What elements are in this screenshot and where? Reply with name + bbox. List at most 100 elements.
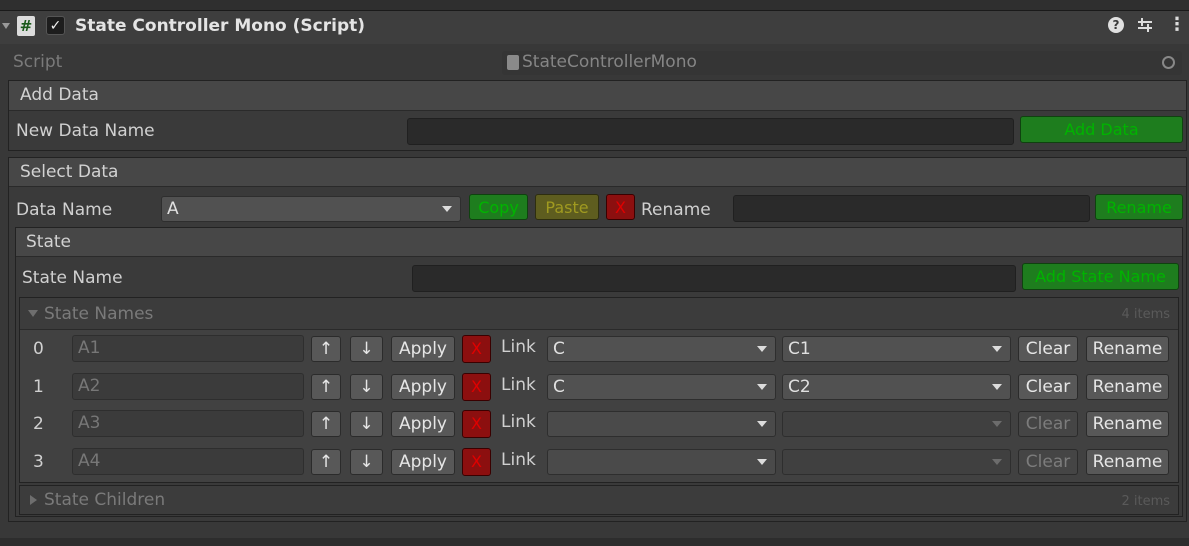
move-down-button[interactable]: ↓ [350, 373, 383, 400]
add-data-button[interactable]: Add Data [1020, 116, 1183, 143]
link-label: Link [501, 374, 536, 395]
context-menu-icon[interactable]: ⋮ [1168, 14, 1186, 35]
chevron-down-icon [757, 458, 767, 465]
move-up-button[interactable]: ↑ [311, 448, 341, 475]
select-data-title: Select Data [20, 162, 119, 182]
rename-state-button[interactable]: Rename [1086, 336, 1169, 362]
top-strip [0, 0, 1189, 10]
select-data-box: Select Data Data Name A Copy Paste X Ren… [8, 157, 1187, 522]
help-icon[interactable]: ? [1108, 17, 1124, 33]
state-name-field[interactable]: A4 [72, 447, 304, 475]
copy-button[interactable]: Copy [469, 194, 528, 220]
chevron-down-icon [442, 206, 452, 212]
clear-link-button[interactable]: Clear [1018, 373, 1078, 400]
delete-state-button[interactable]: X [462, 335, 491, 363]
link-state-dropdown[interactable]: C1 [782, 336, 1011, 362]
data-name-dropdown[interactable]: A [161, 196, 461, 222]
state-names-count: 4 items [1121, 307, 1170, 322]
link-label: Link [501, 337, 536, 357]
object-picker-icon[interactable] [1162, 56, 1175, 69]
script-label: Script [13, 52, 63, 72]
delete-state-button[interactable]: X [462, 372, 491, 401]
link-target-dropdown[interactable] [547, 411, 776, 437]
apply-button[interactable]: Apply [391, 411, 455, 437]
chevron-down-icon [757, 346, 767, 352]
script-icon: # [17, 16, 35, 36]
data-name-label: Data Name [16, 200, 113, 220]
chevron-down-icon [992, 346, 1002, 352]
move-down-button[interactable]: ↓ [350, 411, 383, 437]
component-title: State Controller Mono (Script) [75, 16, 366, 36]
delete-state-button[interactable]: X [462, 410, 491, 438]
preset-icon[interactable] [1136, 16, 1154, 34]
add-data-header: Add Data [9, 81, 1186, 111]
row-index: 3 [33, 451, 44, 472]
move-up-button[interactable]: ↑ [311, 373, 341, 400]
chevron-down-icon [992, 421, 1002, 427]
cs-script-icon [507, 55, 519, 70]
move-down-button[interactable]: ↓ [350, 448, 383, 475]
delete-data-button[interactable]: X [606, 194, 635, 220]
state-name-field[interactable]: A1 [72, 335, 304, 362]
state-names-list: State Names 4 items 0 A1 ↑ ↓ Apply X Link C C1 Cl… [19, 297, 1179, 483]
link-target-dropdown[interactable]: C [547, 336, 776, 362]
state-names-title: State Names [44, 304, 154, 324]
state-name-label: State Name [22, 268, 123, 288]
state-name-input[interactable] [412, 265, 1016, 292]
add-data-box: Add Data New Data Name Add Data [8, 80, 1187, 151]
row-index: 2 [33, 414, 44, 434]
new-data-name-input[interactable] [407, 118, 1014, 145]
state-box: State State Name Add State Name State Na… [15, 227, 1183, 517]
add-state-name-button[interactable]: Add State Name [1022, 263, 1179, 290]
link-label: Link [501, 449, 536, 470]
link-label: Link [501, 412, 536, 432]
rename-data-button[interactable]: Rename [1095, 194, 1183, 220]
rename-state-button[interactable]: Rename [1086, 411, 1169, 437]
list-item: 3 A4 ↑ ↓ Apply X Link Clear Rename [20, 447, 1178, 479]
link-target-dropdown[interactable]: C [547, 373, 776, 400]
move-up-button[interactable]: ↑ [311, 411, 341, 437]
chevron-down-icon [992, 383, 1002, 390]
state-names-header[interactable]: State Names 4 items [20, 298, 1178, 330]
state-name-field[interactable]: A3 [72, 410, 304, 437]
apply-button[interactable]: Apply [391, 448, 455, 475]
state-children-list[interactable]: State Children 2 items [19, 485, 1179, 515]
clear-link-button[interactable]: Clear [1018, 336, 1078, 362]
select-data-header: Select Data [9, 158, 1186, 187]
list-item: 1 A2 ↑ ↓ Apply X Link C C2 Clear Rename [20, 372, 1178, 404]
move-down-button[interactable]: ↓ [350, 336, 383, 362]
script-value: StateControllerMono [522, 52, 697, 72]
apply-button[interactable]: Apply [391, 373, 455, 400]
foldout-open-icon [28, 310, 38, 317]
rename-data-input[interactable] [733, 195, 1090, 222]
enabled-checkbox[interactable]: ✓ [46, 16, 65, 35]
row-index: 1 [33, 376, 44, 397]
rename-label: Rename [641, 200, 711, 220]
link-state-dropdown[interactable] [782, 448, 1011, 475]
list-item: 0 A1 ↑ ↓ Apply X Link C C1 Clear Rename [20, 334, 1178, 366]
state-children-title: State Children [44, 490, 166, 510]
state-children-count: 2 items [1121, 494, 1170, 509]
bottom-strip [0, 538, 1189, 546]
chevron-down-icon [757, 421, 767, 427]
clear-link-button[interactable]: Clear [1018, 448, 1078, 475]
new-data-name-label: New Data Name [16, 121, 155, 141]
add-data-title: Add Data [20, 85, 99, 105]
clear-link-button[interactable]: Clear [1018, 411, 1078, 437]
link-state-dropdown[interactable] [782, 411, 1011, 437]
apply-button[interactable]: Apply [391, 336, 455, 362]
row-index: 0 [33, 339, 44, 359]
component-header[interactable]: # ✓ State Controller Mono (Script) ? ⋮ [0, 10, 1189, 44]
foldout-arrow-icon[interactable] [2, 23, 10, 29]
delete-state-button[interactable]: X [462, 447, 491, 476]
paste-button[interactable]: Paste [535, 194, 599, 220]
rename-state-button[interactable]: Rename [1086, 373, 1169, 400]
chevron-down-icon [992, 458, 1002, 465]
state-header: State [16, 228, 1182, 257]
link-state-dropdown[interactable]: C2 [782, 373, 1011, 400]
link-target-dropdown[interactable] [547, 448, 776, 475]
rename-state-button[interactable]: Rename [1086, 448, 1169, 475]
script-object-field[interactable]: StateControllerMono [502, 51, 1182, 75]
move-up-button[interactable]: ↑ [311, 336, 341, 362]
state-name-field[interactable]: A2 [72, 372, 304, 400]
